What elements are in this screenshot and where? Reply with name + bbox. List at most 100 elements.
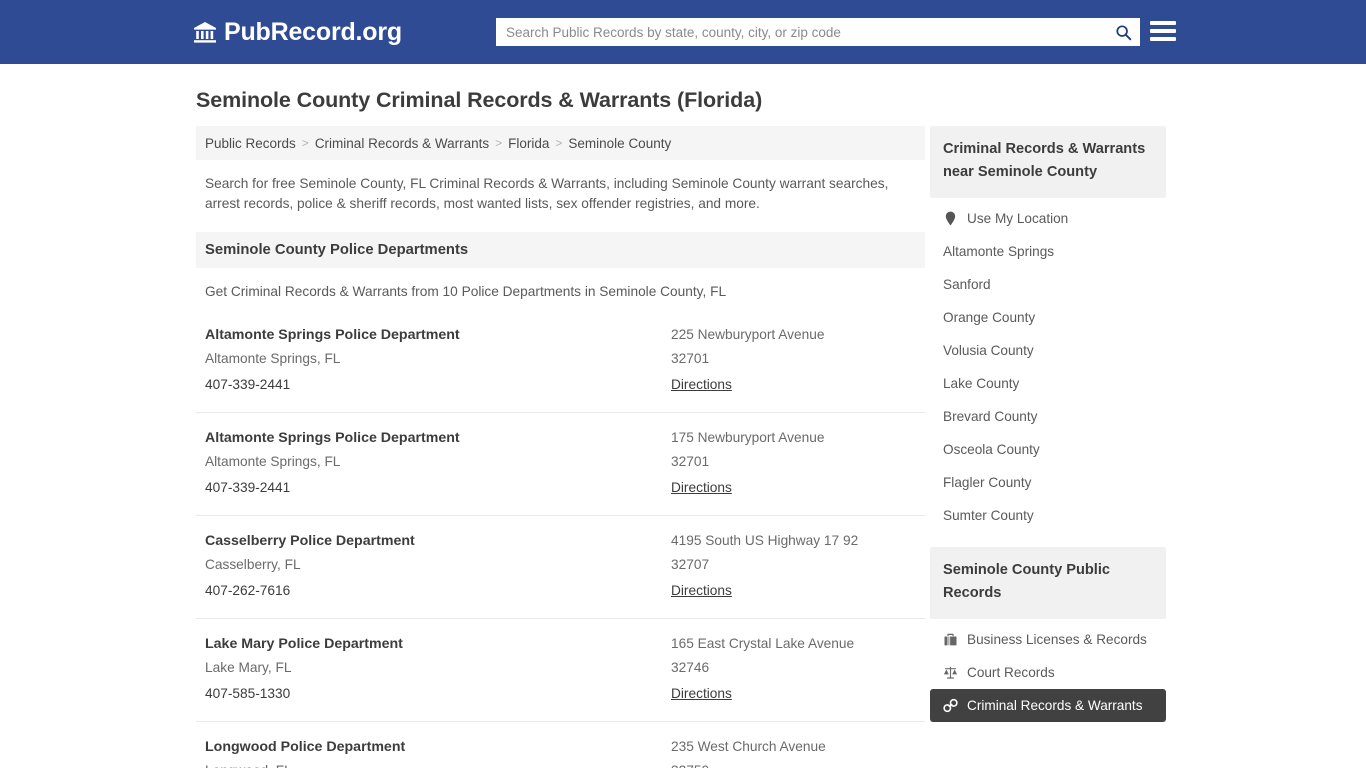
sidebar-item-label: Osceola County	[943, 442, 1040, 457]
listing-right-col: 235 West Church Avenue 32750 Directions	[671, 736, 916, 768]
sidebar-item-altamonte-springs[interactable]: Altamonte Springs	[930, 235, 1166, 268]
sidebar-nearby-list: Use My Location Altamonte Springs Sanfor…	[930, 202, 1166, 532]
sidebar-item-use-my-location[interactable]: Use My Location	[930, 202, 1166, 235]
table-row: Altamonte Springs Police Department Alta…	[196, 412, 925, 515]
sidebar-item-osceola-county[interactable]: Osceola County	[930, 433, 1166, 466]
police-department-list: Altamonte Springs Police Department Alta…	[196, 308, 925, 768]
agency-phone: 407-339-2441	[205, 480, 291, 495]
agency-street: 4195 South US Highway 17 92	[671, 533, 859, 548]
sidebar-item-sumter-county[interactable]: Sumter County	[930, 499, 1166, 532]
sidebar-item-label: Business Licenses & Records	[967, 632, 1147, 647]
hamburger-menu-icon	[1150, 37, 1176, 41]
hamburger-menu-icon	[1150, 21, 1176, 25]
agency-zip: 32701	[671, 454, 710, 469]
sidebar-item-label: Use My Location	[967, 211, 1069, 226]
sidebar: Criminal Records & Warrants near Seminol…	[930, 126, 1166, 722]
sidebar-item-lake-county[interactable]: Lake County	[930, 367, 1166, 400]
listing-left-col: Lake Mary Police Department Lake Mary, F…	[205, 633, 671, 707]
directions-link[interactable]: Directions	[671, 681, 732, 707]
sidebar-item-orange-county[interactable]: Orange County	[930, 301, 1166, 334]
sidebar-records-list: Business Licenses & Records Court Record…	[930, 623, 1166, 722]
main-column: Public Records > Criminal Records & Warr…	[196, 126, 925, 768]
page-intro-text: Search for free Seminole County, FL Crim…	[205, 176, 889, 211]
handcuffs-icon	[943, 698, 958, 713]
agency-name: Altamonte Springs Police Department	[205, 327, 460, 343]
bank-icon	[194, 22, 216, 43]
sidebar-item-label: Brevard County	[943, 409, 1038, 424]
search-button[interactable]	[1106, 18, 1140, 46]
directions-link[interactable]: Directions	[671, 475, 732, 501]
agency-city: Altamonte Springs, FL	[205, 454, 341, 469]
listing-right-col: 165 East Crystal Lake Avenue 32746 Direc…	[671, 633, 916, 707]
sidebar-nearby-heading: Criminal Records & Warrants near Seminol…	[930, 126, 1166, 198]
agency-zip: 32746	[671, 660, 710, 675]
sidebar-item-label: Orange County	[943, 310, 1036, 325]
agency-name: Altamonte Springs Police Department	[205, 430, 460, 446]
sidebar-item-volusia-county[interactable]: Volusia County	[930, 334, 1166, 367]
agency-street: 165 East Crystal Lake Avenue	[671, 636, 855, 651]
breadcrumb-separator: >	[301, 136, 309, 150]
sidebar-item-sanford[interactable]: Sanford	[930, 268, 1166, 301]
agency-city: Casselberry, FL	[205, 557, 301, 572]
sidebar-item-label: Altamonte Springs	[943, 244, 1055, 259]
content-wrapper: Public Records > Criminal Records & Warr…	[196, 126, 1166, 768]
agency-phone: 407-585-1330	[205, 686, 291, 701]
agency-zip: 32750	[671, 758, 916, 768]
sidebar-item-criminal-records[interactable]: Criminal Records & Warrants	[930, 689, 1166, 722]
listing-left-col: Casselberry Police Department Casselberr…	[205, 530, 671, 604]
agency-name: Lake Mary Police Department	[205, 636, 403, 652]
sidebar-item-label: Lake County	[943, 376, 1020, 391]
agency-phone: 407-339-2441	[205, 377, 291, 392]
briefcase-icon	[944, 633, 957, 646]
hamburger-menu-button[interactable]	[1150, 19, 1176, 43]
agency-name: Casselberry Police Department	[205, 533, 415, 549]
breadcrumb-item-criminal-records[interactable]: Criminal Records & Warrants	[315, 136, 489, 151]
site-logo-text: PubRecord.org	[224, 17, 402, 46]
section-subheading: Get Criminal Records & Warrants from 10 …	[205, 284, 727, 299]
search-icon	[1115, 24, 1131, 40]
agency-zip: 32707	[671, 557, 710, 572]
agency-city: Longwood, FL	[205, 758, 671, 768]
agency-street: 225 Newburyport Avenue	[671, 327, 825, 342]
sidebar-item-flagler-county[interactable]: Flagler County	[930, 466, 1166, 499]
site-header: PubRecord.org	[0, 0, 1366, 64]
agency-street: 175 Newburyport Avenue	[671, 430, 825, 445]
breadcrumb: Public Records > Criminal Records & Warr…	[196, 126, 925, 160]
breadcrumb-separator: >	[555, 136, 563, 150]
page-title: Seminole County Criminal Records & Warra…	[196, 88, 763, 112]
sidebar-item-business-licenses[interactable]: Business Licenses & Records	[930, 623, 1166, 656]
sidebar-item-label: Flagler County	[943, 475, 1032, 490]
table-row: Altamonte Springs Police Department Alta…	[196, 308, 925, 412]
search-input[interactable]	[496, 18, 1106, 46]
listing-right-col: 225 Newburyport Avenue 32701 Directions	[671, 324, 916, 398]
map-pin-icon	[945, 211, 956, 226]
sidebar-item-brevard-county[interactable]: Brevard County	[930, 400, 1166, 433]
breadcrumb-item-seminole-county[interactable]: Seminole County	[568, 136, 671, 151]
listing-right-col: 175 Newburyport Avenue 32701 Directions	[671, 427, 916, 501]
search-bar	[496, 18, 1140, 46]
listing-right-col: 4195 South US Highway 17 92 32707 Direct…	[671, 530, 916, 604]
breadcrumb-item-florida[interactable]: Florida	[508, 136, 549, 151]
table-row: Longwood Police Department Longwood, FL …	[196, 721, 925, 768]
scales-icon	[943, 666, 958, 679]
agency-city: Lake Mary, FL	[205, 660, 292, 675]
site-logo-link[interactable]: PubRecord.org	[193, 18, 402, 47]
hamburger-menu-icon	[1150, 29, 1176, 33]
agency-name: Longwood Police Department	[205, 739, 406, 755]
table-row: Casselberry Police Department Casselberr…	[196, 515, 925, 618]
agency-phone: 407-262-7616	[205, 583, 291, 598]
page-container: Seminole County Criminal Records & Warra…	[0, 88, 1366, 768]
listing-left-col: Altamonte Springs Police Department Alta…	[205, 427, 671, 501]
sidebar-item-court-records[interactable]: Court Records	[930, 656, 1166, 689]
sidebar-records-heading: Seminole County Public Records	[930, 547, 1166, 619]
sidebar-item-label: Sumter County	[943, 508, 1034, 523]
listing-left-col: Longwood Police Department Longwood, FL …	[205, 736, 671, 768]
directions-link[interactable]: Directions	[671, 372, 732, 398]
directions-link[interactable]: Directions	[671, 578, 732, 604]
sidebar-item-label: Criminal Records & Warrants	[967, 698, 1143, 713]
breadcrumb-item-public-records[interactable]: Public Records	[205, 136, 296, 151]
agency-zip: 32701	[671, 351, 710, 366]
agency-city: Altamonte Springs, FL	[205, 351, 341, 366]
sidebar-item-label: Sanford	[943, 277, 991, 292]
agency-street: 235 West Church Avenue	[671, 739, 826, 754]
